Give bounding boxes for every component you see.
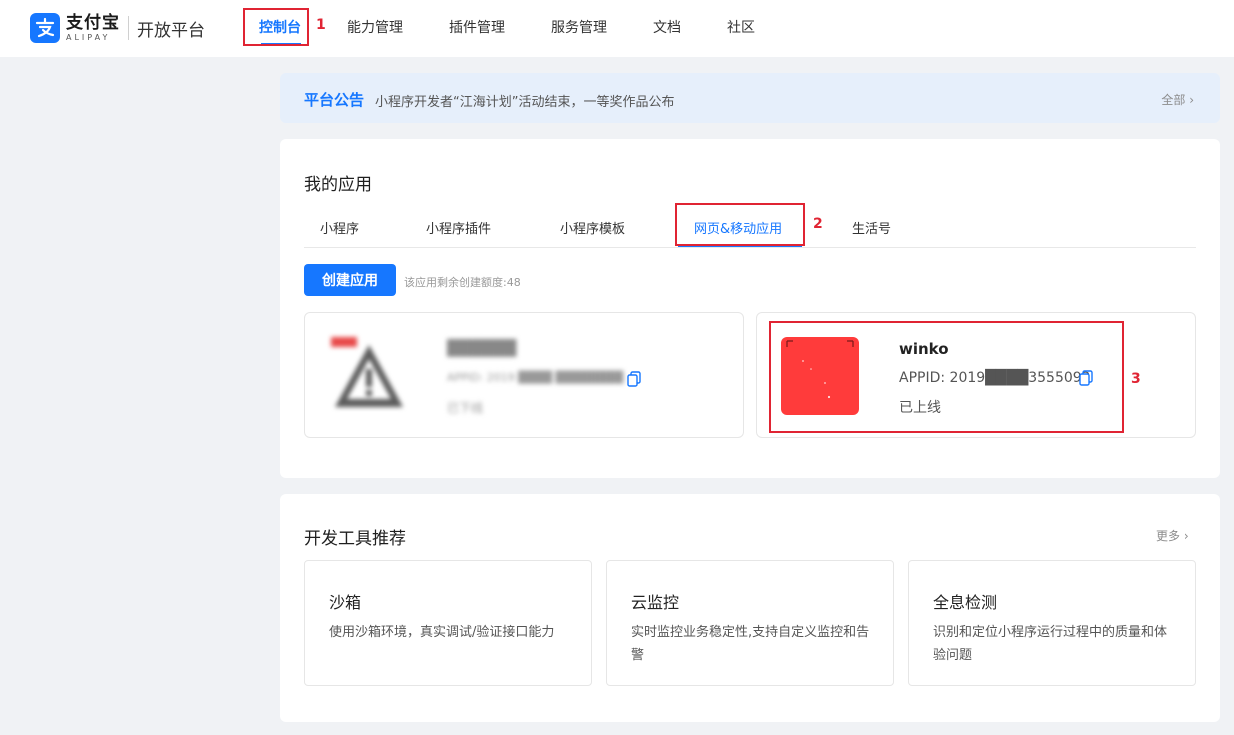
platform-name: 开放平台 <box>137 20 205 41</box>
annotation-number-1: 1 <box>316 17 326 33</box>
logo-divider <box>128 16 129 40</box>
tool-card-holographic-detection[interactable]: 全息检测 识别和定位小程序运行过程中的质量和体验问题 <box>908 560 1196 686</box>
app-id: APPID: 2019 ████ ████████ <box>447 371 624 384</box>
tab-life-account[interactable]: 生活号 <box>852 218 891 237</box>
nav-service-management[interactable]: 服务管理 <box>551 18 607 38</box>
nav-community[interactable]: 社区 <box>727 18 755 38</box>
dev-tools-title: 开发工具推荐 <box>304 529 406 549</box>
nav-capability-management[interactable]: 能力管理 <box>347 18 403 38</box>
announcement-all-link[interactable]: 全部 › <box>1161 91 1194 108</box>
tool-name: 云监控 <box>631 593 680 612</box>
app-card-offline[interactable]: ██████ APPID: 2019 ████ ████████ 已下线 <box>304 312 744 438</box>
annotation-number-3: 3 <box>1131 371 1141 387</box>
app-name: ██████ <box>447 339 517 357</box>
copy-icon[interactable] <box>627 371 641 387</box>
annotation-box-1 <box>243 8 309 46</box>
tool-card-cloud-monitor[interactable]: 云监控 实时监控业务稳定性,支持自定义监控和告警 <box>606 560 894 686</box>
app-status: 已下线 <box>447 401 484 415</box>
logo-en-text: ALIPAY <box>66 32 111 42</box>
app-icon-warning <box>329 335 409 415</box>
alipay-logo-icon <box>30 13 60 43</box>
dev-tools-more-link[interactable]: 更多 › <box>1156 527 1189 544</box>
logo-cn-text: 支付宝 <box>66 12 120 33</box>
tool-name: 全息检测 <box>933 593 998 612</box>
create-app-button[interactable]: 创建应用 <box>304 264 396 296</box>
annotation-box-3 <box>769 321 1124 433</box>
quota-text: 该应用剩余创建额度:48 <box>404 276 521 289</box>
tool-description: 使用沙箱环境，真实调试/验证接口能力 <box>329 625 555 640</box>
top-navigation-bar: 支付宝 ALIPAY 开放平台 控制台 能力管理 插件管理 服务管理 文档 社区 <box>0 0 1234 57</box>
tab-mini-program-plugin[interactable]: 小程序插件 <box>426 218 491 237</box>
tool-card-sandbox[interactable]: 沙箱 使用沙箱环境，真实调试/验证接口能力 <box>304 560 592 686</box>
annotation-box-2 <box>675 203 805 246</box>
tab-mini-program-template[interactable]: 小程序模板 <box>560 218 625 237</box>
annotation-number-2: 2 <box>813 216 823 232</box>
announcement-text[interactable]: 小程序开发者“江海计划”活动结束，一等奖作品公布 <box>375 91 674 110</box>
alipay-logo[interactable]: 支付宝 ALIPAY 开放平台 <box>30 12 205 44</box>
tab-mini-program[interactable]: 小程序 <box>320 218 359 237</box>
tool-description: 识别和定位小程序运行过程中的质量和体验问题 <box>933 625 1168 663</box>
nav-plugin-management[interactable]: 插件管理 <box>449 18 505 38</box>
platform-announcement: 平台公告 小程序开发者“江海计划”活动结束，一等奖作品公布 全部 › <box>280 73 1220 123</box>
tool-description: 实时监控业务稳定性,支持自定义监控和告警 <box>631 625 870 663</box>
tool-name: 沙箱 <box>329 593 362 612</box>
announcement-title: 平台公告 <box>304 91 365 109</box>
nav-docs[interactable]: 文档 <box>653 18 681 38</box>
tabs-divider <box>304 247 1196 248</box>
my-apps-title: 我的应用 <box>304 175 372 195</box>
